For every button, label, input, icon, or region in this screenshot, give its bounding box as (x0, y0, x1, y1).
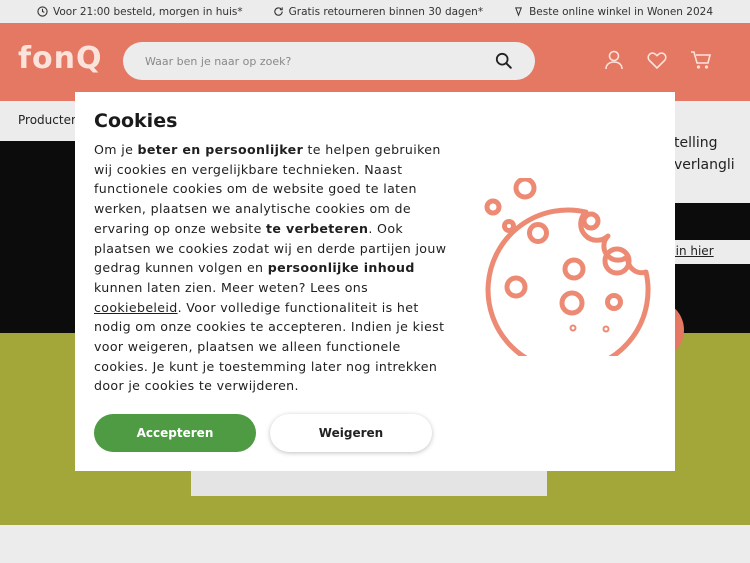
clock-icon (37, 6, 48, 17)
cookie-policy-link[interactable]: cookiebeleid (94, 300, 178, 315)
cart-icon[interactable] (690, 49, 712, 71)
page-bottom (0, 525, 750, 563)
search-input[interactable] (145, 54, 475, 68)
cookie-dialog: Cookies Om je beter en persoonlijker te … (75, 92, 675, 471)
logo[interactable]: fonQ (18, 41, 103, 76)
usp-delivery-text: Voor 21:00 besteld, morgen in huis* (52, 5, 243, 18)
body-bold-1: beter en persoonlijker (137, 142, 304, 157)
body-text-1: Om je (94, 142, 138, 157)
side-panel-line-2: verlangli (674, 157, 735, 173)
site-header: fonQ (0, 23, 750, 101)
nav-products[interactable]: Producten (18, 113, 79, 127)
heart-icon[interactable] (646, 49, 668, 71)
usp-award-text: Beste online winkel in Wonen 2024 (529, 5, 714, 18)
accept-button[interactable]: Accepteren (94, 414, 256, 452)
usp-award: Beste online winkel in Wonen 2024 (513, 6, 713, 18)
dialog-body: Om je beter en persoonlijker te helpen g… (94, 140, 454, 396)
refuse-button[interactable]: Weigeren (270, 414, 432, 452)
usp-returns-text: Gratis retourneren binnen 30 dagen* (288, 5, 484, 18)
body-bold-3: persoonlijke inhoud (267, 260, 415, 276)
refresh-icon (273, 7, 283, 16)
body-text-4: kunnen laten zien. Meer weten? Lees ons (94, 279, 369, 295)
side-panel-line-1: telling (674, 135, 718, 151)
body-bold-2: te verbeteren (266, 220, 369, 236)
search-bar (123, 42, 535, 80)
usp-delivery: Voor 21:00 besteld, morgen in huis* (37, 6, 243, 18)
usp-returns: Gratis retourneren binnen 30 dagen* (273, 6, 483, 18)
search-icon[interactable] (495, 52, 513, 70)
cookie-icon (484, 178, 651, 356)
usp-bar: Voor 21:00 besteld, morgen in huis* Grat… (0, 0, 750, 23)
account-icon[interactable] (603, 49, 625, 71)
award-icon (515, 7, 523, 17)
dialog-title: Cookies (94, 110, 178, 132)
